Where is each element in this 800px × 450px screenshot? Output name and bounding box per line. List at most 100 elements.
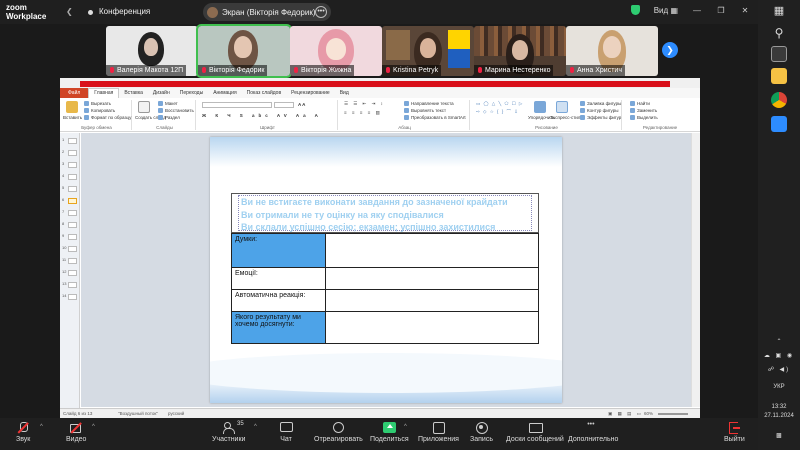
tray-icons[interactable]: ☁ ▣ ◉ — [758, 352, 800, 359]
participant-tile[interactable]: Анна Христич — [566, 26, 658, 76]
search-icon[interactable]: ⚲ — [771, 26, 787, 42]
whiteboards-button[interactable]: Доски сообщений — [506, 422, 564, 443]
arrange-icon[interactable] — [534, 101, 546, 113]
tab-file[interactable]: Файл — [60, 88, 89, 98]
clock-date[interactable]: 27.11.2024 — [758, 413, 800, 419]
participant-tile[interactable]: Валерія Макота 12П — [106, 26, 198, 76]
network-volume-icons[interactable]: ☍ ◀) — [758, 366, 800, 373]
leave-button[interactable]: Выйти — [724, 422, 745, 443]
record-button[interactable]: Запись — [470, 422, 493, 443]
quick-styles-button[interactable]: Экспресс-стили — [550, 115, 583, 120]
participant-tile[interactable]: Марина Нестеренко — [474, 26, 566, 76]
font-style-buttons[interactable]: Ж К Ч S abc AV Aa A — [202, 113, 322, 118]
participant-tile-active[interactable]: Вікторія Федорик — [196, 24, 292, 78]
font-size-select[interactable] — [274, 102, 294, 108]
align-text-button[interactable]: Выровнять текст — [404, 108, 446, 113]
participant-tile[interactable]: Вікторія Жижна — [290, 26, 382, 76]
audio-button[interactable]: Звук — [16, 422, 30, 443]
slide-thumbnail[interactable] — [68, 282, 77, 288]
list-buttons[interactable]: ☰ ☰ ⇤ ⇥ ↕ — [344, 101, 385, 107]
apps-button[interactable]: Приложения — [418, 422, 459, 443]
row-value-emotions[interactable] — [325, 267, 539, 290]
slide-heading-textbox[interactable]: Ви не встигаєте виконати завдання до заз… — [231, 193, 539, 233]
clock-time[interactable]: 13:32 — [758, 404, 800, 410]
row-label-emotions[interactable]: Емоції: — [231, 267, 326, 290]
text-direction-button[interactable]: Направление текста — [404, 101, 454, 106]
tab-animation[interactable]: Анимация — [208, 90, 241, 96]
font-family-select[interactable] — [202, 102, 272, 108]
tab-review[interactable]: Рецензирование — [286, 90, 335, 96]
slide-thumbnail[interactable] — [68, 222, 77, 228]
slide-thumbnail[interactable] — [68, 162, 77, 168]
quick-styles-icon[interactable] — [556, 101, 568, 113]
chevron-left-icon[interactable]: ❮ — [66, 7, 76, 17]
slide-thumbnail[interactable] — [68, 186, 77, 192]
tab-home[interactable]: Главная — [88, 88, 120, 98]
slide-thumbnail[interactable] — [68, 174, 77, 180]
layout-button[interactable]: Макет — [158, 101, 178, 106]
format-painter-button[interactable]: Формат по образцу — [84, 115, 131, 120]
font-grow-icon[interactable]: A A — [298, 102, 305, 107]
row-label-result[interactable]: Якого результату ми хочемо досягнути: — [231, 311, 326, 344]
slide-thumbnail[interactable] — [68, 210, 77, 216]
tab-insert[interactable]: Вставка — [119, 90, 148, 96]
cut-button[interactable]: Вырезать — [84, 101, 111, 106]
smartart-button[interactable]: Преобразовать в SmartArt — [404, 115, 466, 120]
close-icon[interactable]: ✕ — [740, 6, 750, 15]
more-button[interactable]: Дополнительно — [568, 421, 618, 443]
row-value-reaction[interactable] — [325, 289, 539, 312]
participants-options-caret-icon[interactable]: ^ — [254, 424, 257, 430]
view-buttons[interactable]: ▣ ▦ ▤ ▭ — [608, 411, 643, 417]
encryption-shield-icon[interactable] — [630, 5, 640, 15]
reflection-table[interactable]: Думки: Емоції: Автоматична реакція: Яког… — [231, 233, 539, 344]
row-label-thoughts[interactable]: Думки: — [231, 233, 326, 268]
chrome-icon[interactable] — [771, 92, 787, 108]
zoom-level[interactable]: 60% — [644, 411, 653, 416]
row-label-reaction[interactable]: Автоматична реакція: — [231, 289, 326, 312]
select-button[interactable]: Выделить — [630, 115, 658, 120]
input-language[interactable]: УКР — [758, 384, 800, 390]
slide-thumbnail[interactable] — [68, 246, 77, 252]
more-options-icon[interactable]: ••• — [315, 6, 327, 18]
paste-button[interactable]: Вставить — [63, 115, 82, 120]
tab-transitions[interactable]: Переходы — [175, 90, 208, 96]
vertical-scrollbar[interactable] — [691, 133, 700, 407]
task-view-icon[interactable] — [771, 46, 787, 62]
tray-chevron-icon[interactable]: ⌃ — [758, 338, 800, 345]
paste-icon[interactable] — [66, 101, 78, 113]
share-screen-button[interactable]: Поделиться — [370, 422, 409, 443]
new-slide-icon[interactable] — [138, 101, 150, 113]
audio-options-caret-icon[interactable]: ^ — [40, 424, 43, 430]
align-buttons[interactable]: ≡ ≡ ≡ ≡ ▥ — [344, 110, 382, 116]
find-button[interactable]: Найти — [630, 101, 650, 106]
slide-thumbnail[interactable] — [68, 150, 77, 156]
view-menu[interactable]: Вид ▦ — [654, 6, 678, 15]
participant-tile[interactable]: Kristina Petryk — [382, 26, 474, 76]
replace-button[interactable]: Заменить — [630, 108, 657, 113]
slide-thumbnail[interactable] — [68, 234, 77, 240]
shapes-gallery[interactable]: ▭ ◯ △ ╲ ⬠ ☐ ▷ — [476, 101, 523, 107]
copy-button[interactable]: Копировать — [84, 108, 115, 113]
shape-fill-button[interactable]: Заливка фигуры — [580, 101, 621, 106]
screen-share-indicator[interactable]: Экран (Вікторія Федорик) ••• — [203, 3, 331, 21]
slide-thumbnail[interactable] — [68, 138, 77, 144]
file-explorer-icon[interactable] — [771, 68, 787, 84]
section-button[interactable]: Раздел — [158, 115, 180, 120]
next-page-arrow-icon[interactable]: ❯ — [662, 42, 678, 58]
reset-button[interactable]: Восстановить — [158, 108, 194, 113]
slide-thumbnail[interactable] — [68, 270, 77, 276]
share-options-caret-icon[interactable]: ^ — [404, 424, 407, 430]
video-button[interactable]: Видео — [66, 422, 86, 443]
tab-view[interactable]: Вид — [335, 90, 354, 96]
minimize-icon[interactable]: — — [692, 6, 702, 15]
shape-outline-button[interactable]: Контур фигуры — [580, 108, 618, 113]
shape-effects-button[interactable]: Эффекты фигур — [580, 115, 621, 120]
current-slide[interactable]: Ви не встигаєте виконати завдання до заз… — [210, 137, 562, 403]
slide-thumbnail[interactable] — [68, 294, 77, 300]
react-button[interactable]: Отреагировать — [314, 422, 363, 443]
slide-thumbnail[interactable] — [68, 198, 77, 204]
row-value-result[interactable] — [325, 311, 539, 344]
zoom-slider[interactable] — [658, 413, 688, 415]
tab-slideshow[interactable]: Показ слайдов — [242, 90, 286, 96]
windows-start-icon[interactable]: ▦ — [771, 4, 787, 20]
